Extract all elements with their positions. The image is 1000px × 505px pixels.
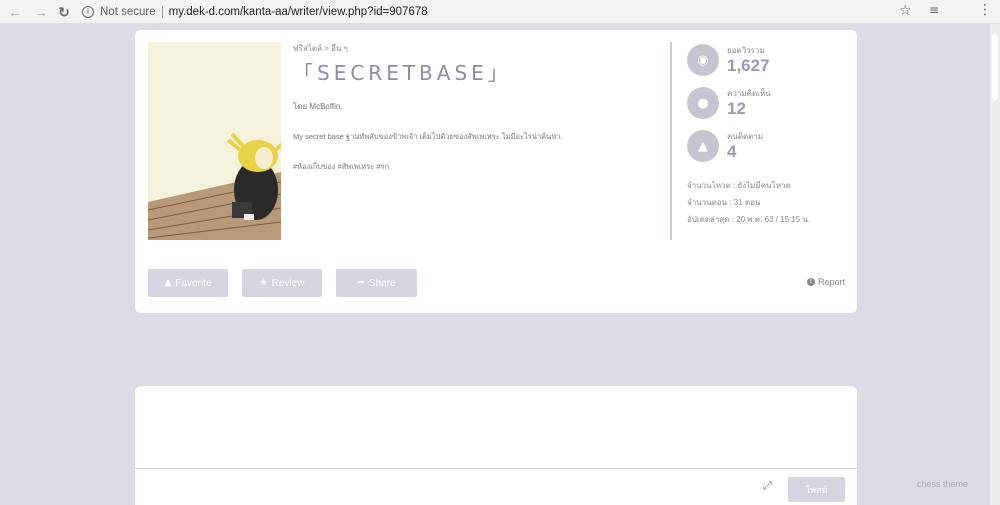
novel-title: 「SECRETBASE」 xyxy=(293,61,512,85)
info-icon[interactable]: i xyxy=(82,6,94,18)
review-label: Review xyxy=(271,277,305,289)
stat-value: 4 xyxy=(727,142,737,161)
address-bar[interactable]: i Not secure my.dek-d.com/kanta-aa/write… xyxy=(82,3,920,21)
star-icon: ★ xyxy=(259,278,268,288)
bookmark-icon: ▲ xyxy=(164,278,172,288)
url-text[interactable]: my.dek-d.com/kanta-aa/writer/view.php?id… xyxy=(169,6,428,18)
novel-cover-image[interactable] xyxy=(148,42,281,240)
report-label: Report xyxy=(818,277,846,287)
favorite-label: Favorite xyxy=(175,277,212,289)
stats-panel: ◉ ยอดวิวรวม 1,627 ● ความคิดเห็น 12 ▲ คนต… xyxy=(687,44,857,228)
report-link[interactable]: ! Report xyxy=(807,277,845,287)
episode-count: จำนวนตอน : 31 ตอน xyxy=(687,198,761,207)
address-separator xyxy=(161,6,163,18)
favorite-button[interactable]: ▲ Favorite xyxy=(148,269,228,297)
author-name[interactable]: โดย McBoffin. xyxy=(293,100,653,113)
last-updated: อัปเดตล่าสุด : 20 พ.ค. 63 / 15:15 น. xyxy=(687,215,811,224)
stat-views: ◉ ยอดวิวรวม 1,627 xyxy=(687,44,857,87)
security-label: Not secure xyxy=(100,6,156,18)
share-button[interactable]: ➦ Share xyxy=(336,269,417,297)
share-icon: ➦ xyxy=(357,278,365,288)
browser-menu-icon[interactable]: ⋮ xyxy=(978,2,992,18)
info-divider xyxy=(670,42,672,240)
novel-info-card: ฟรีสไตล์ > อื่น ๆ 「SECRETBASE」 โดย McBof… xyxy=(135,30,857,313)
back-icon[interactable]: ← xyxy=(4,1,26,23)
stat-comments: ● ความคิดเห็น 12 xyxy=(687,87,857,130)
novel-tags[interactable]: #ห้องเก็บของ #สัพเพเหระ #รก xyxy=(293,161,653,173)
stat-followers: ▲ คนติดตาม 4 xyxy=(687,130,857,173)
novel-description: My secret base ฐานทัพลับของข้าพเจ้า เต็ม… xyxy=(293,132,563,141)
stat-value: 1,627 xyxy=(727,56,770,75)
forward-icon[interactable]: → xyxy=(30,1,52,23)
page-scrollbar[interactable] xyxy=(990,24,1000,505)
reload-icon[interactable]: ↻ xyxy=(53,1,75,23)
comment-icon: ● xyxy=(687,87,719,119)
eye-icon: ◉ xyxy=(687,44,719,76)
novel-info: ฟรีสไตล์ > อื่น ๆ 「SECRETBASE」 โดย McBof… xyxy=(293,42,653,173)
theme-credit: chess theme xyxy=(917,479,969,489)
category-breadcrumb[interactable]: ฟรีสไตล์ > อื่น ๆ xyxy=(293,42,653,55)
comment-input-bar[interactable]: ⤢ โพสต์ xyxy=(135,468,857,505)
expand-icon[interactable]: ⤢ xyxy=(763,479,772,493)
browser-toolbar: ← → ↻ i Not secure my.dek-d.com/kanta-aa… xyxy=(0,0,1000,24)
share-label: Share xyxy=(368,277,396,289)
action-buttons: ▲ Favorite ★ Review ➦ Share xyxy=(148,269,417,297)
comment-card: ⤢ โพสต์ xyxy=(135,386,857,505)
bell-icon: ▲ xyxy=(687,130,719,162)
alert-icon: ! xyxy=(807,278,815,286)
vote-count: จำนวนโหวต : ยังไม่มีคนโหวต xyxy=(687,181,791,190)
scroll-thumb[interactable] xyxy=(992,34,998,100)
reading-list-icon[interactable]: ≡ xyxy=(929,3,939,17)
bookmark-star-icon[interactable]: ☆ xyxy=(899,2,912,19)
novel-meta: จำนวนโหวต : ยังไม่มีคนโหวต จำนวนตอน : 31… xyxy=(687,177,857,228)
stat-value: 12 xyxy=(727,99,746,118)
post-button[interactable]: โพสต์ xyxy=(788,477,845,502)
review-button[interactable]: ★ Review xyxy=(242,269,322,297)
